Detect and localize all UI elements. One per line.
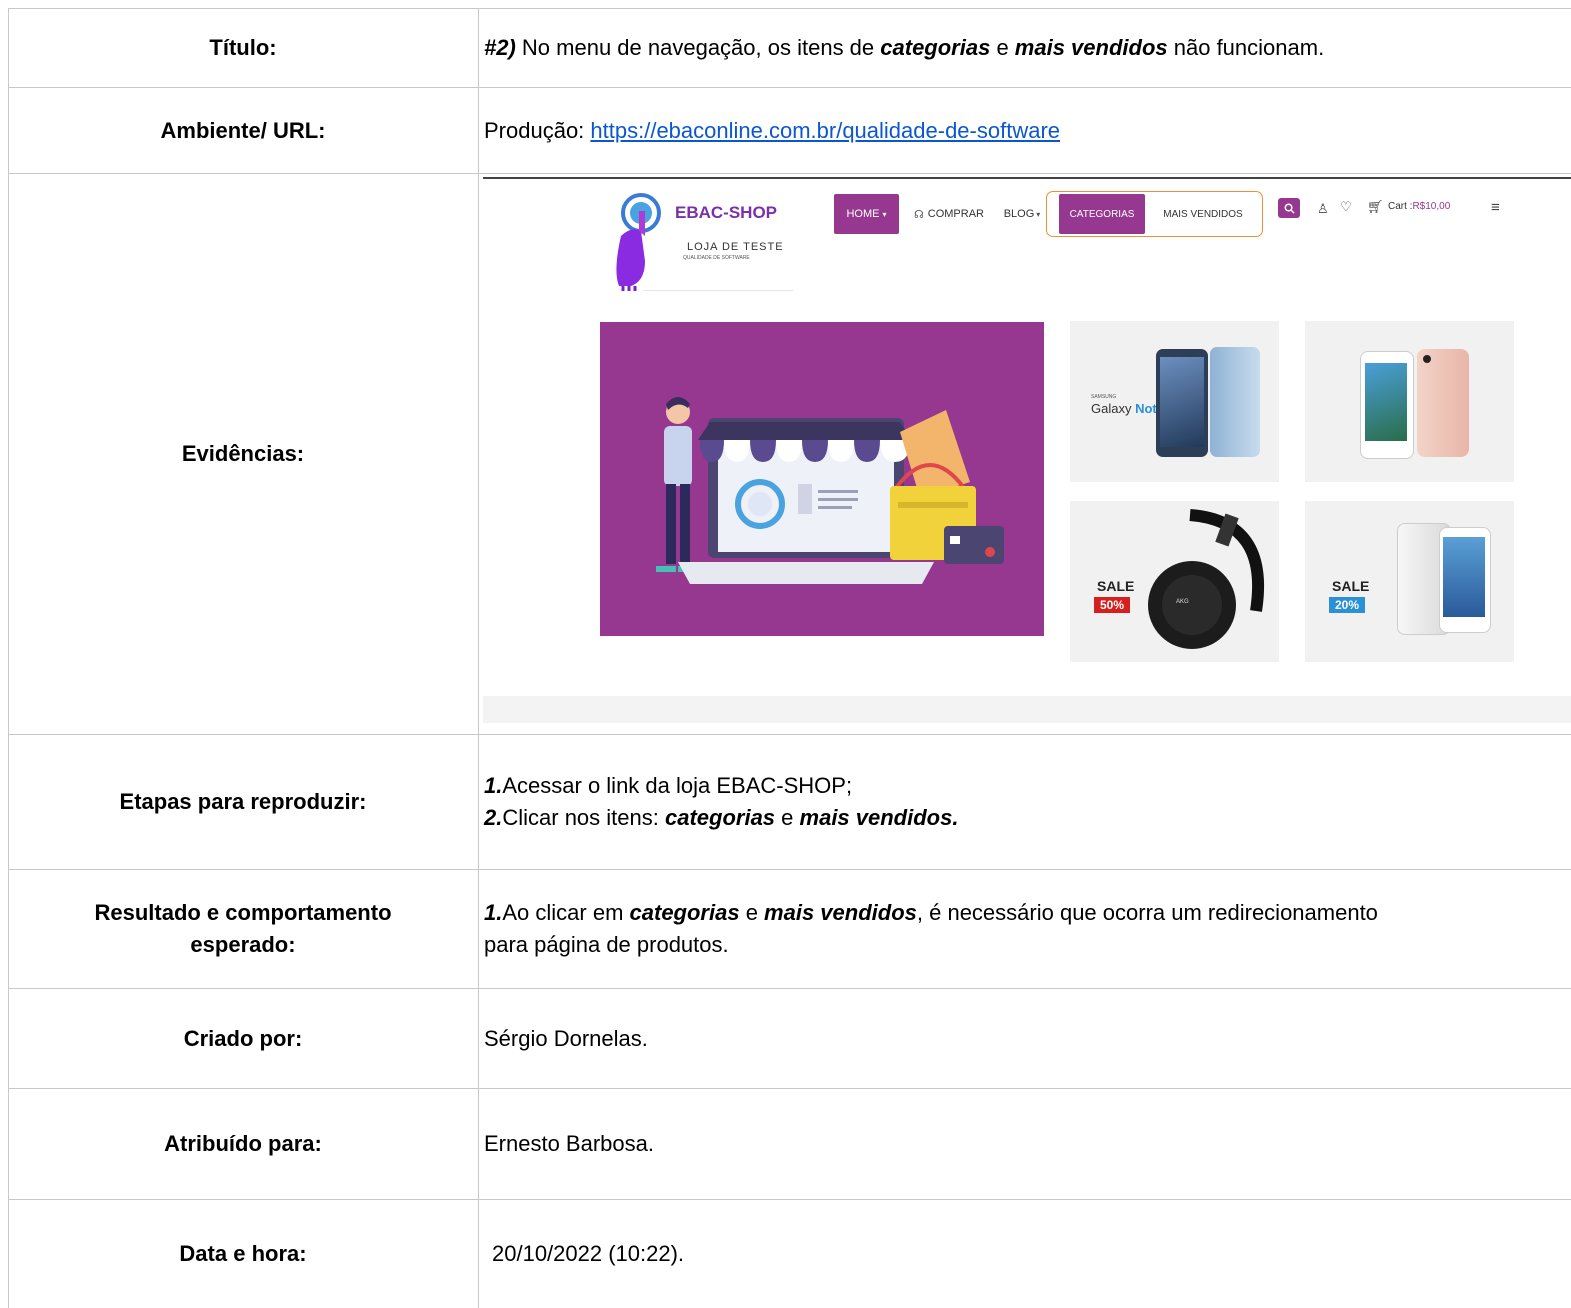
label-ambiente: Ambiente/ URL:	[160, 117, 326, 143]
search-button[interactable]	[1278, 198, 1300, 218]
value-ambiente: Produção: https://ebaconline.com.br/qual…	[484, 117, 1061, 143]
search-icon	[1284, 203, 1295, 214]
sale-badge: 50%	[1094, 597, 1131, 613]
step-2: 2.Clicar nos itens: categorias e mais ve…	[484, 805, 959, 830]
evidence-screenshot: EBAC-SHOP LOJA DE TESTE QUALIDADE DE SOF…	[483, 177, 1571, 723]
menu-icon[interactable]: ≡	[1491, 199, 1500, 216]
cart-label[interactable]: Cart :R$10,00	[1388, 201, 1450, 212]
brand-tagline: LOJA DE TESTE	[687, 241, 784, 253]
environment-url-link[interactable]: https://ebaconline.com.br/qualidade-de-s…	[590, 118, 1060, 143]
label-criado: Criado por:	[183, 1025, 303, 1051]
product-card-iphone[interactable]	[1305, 321, 1514, 482]
user-icon[interactable]: ♙	[1317, 201, 1329, 217]
product-card-pixel[interactable]: SALE 20%	[1305, 501, 1514, 662]
headset-icon: ☊	[913, 208, 924, 221]
product-card-headphone[interactable]: AKG SALE 50%	[1070, 501, 1279, 662]
label-titulo: Título:	[209, 35, 277, 60]
value-criado: Sérgio Dornelas.	[484, 1025, 648, 1051]
label-evidencias: Evidências:	[181, 441, 305, 466]
label-atribuido: Atribuído para:	[164, 1131, 322, 1156]
brand-tagline-small: QUALIDADE DE SOFTWARE	[683, 255, 750, 261]
value-titulo: #2) No menu de navegação, os itens de ca…	[484, 35, 1325, 60]
value-data: 20/10/2022 (10:22).	[492, 1241, 685, 1266]
label-data: Data e hora:	[179, 1241, 307, 1266]
nav-home-button[interactable]: HOME ▾	[834, 194, 899, 234]
cart-icon[interactable]: 🛒︎	[1367, 199, 1384, 215]
label-resultado: Resultado e comportamento esperado:	[94, 900, 392, 957]
value-resultado: 1.Ao clicar em categorias e mais vendido…	[484, 900, 1378, 957]
footer-strip	[483, 696, 1571, 723]
nav-categorias-button[interactable]: CATEGORIAS	[1059, 194, 1145, 234]
chevron-down-icon: ▾	[882, 209, 887, 219]
brand-name: EBAC-SHOP	[675, 203, 778, 222]
issue-number: #2)	[484, 35, 516, 60]
hero-banner	[600, 322, 1044, 636]
value-etapas: 1.Acessar o link da loja EBAC-SHOP; 2.Cl…	[484, 735, 1571, 869]
nav-mais-vendidos-link[interactable]: MAIS VENDIDOS	[1153, 194, 1253, 234]
chevron-down-icon: ▾	[1036, 209, 1041, 219]
value-atribuido: Ernesto Barbosa.	[484, 1131, 654, 1156]
nav-comprar-link[interactable]: ☊ COMPRAR	[908, 194, 990, 234]
nav-blog-link[interactable]: BLOG ▾	[1001, 194, 1043, 234]
step-1: 1.Acessar o link da loja EBAC-SHOP;	[484, 773, 853, 798]
wishlist-icon[interactable]: ♡	[1340, 199, 1352, 215]
ebac-logo	[611, 191, 681, 291]
label-etapas: Etapas para reproduzir:	[119, 789, 367, 814]
product-card-samsung[interactable]: SAMSUNG Galaxy Note7	[1070, 321, 1279, 482]
headphone-brand: AKG	[1176, 599, 1189, 605]
column-divider	[478, 8, 479, 1308]
sale-badge: 20%	[1329, 597, 1366, 613]
